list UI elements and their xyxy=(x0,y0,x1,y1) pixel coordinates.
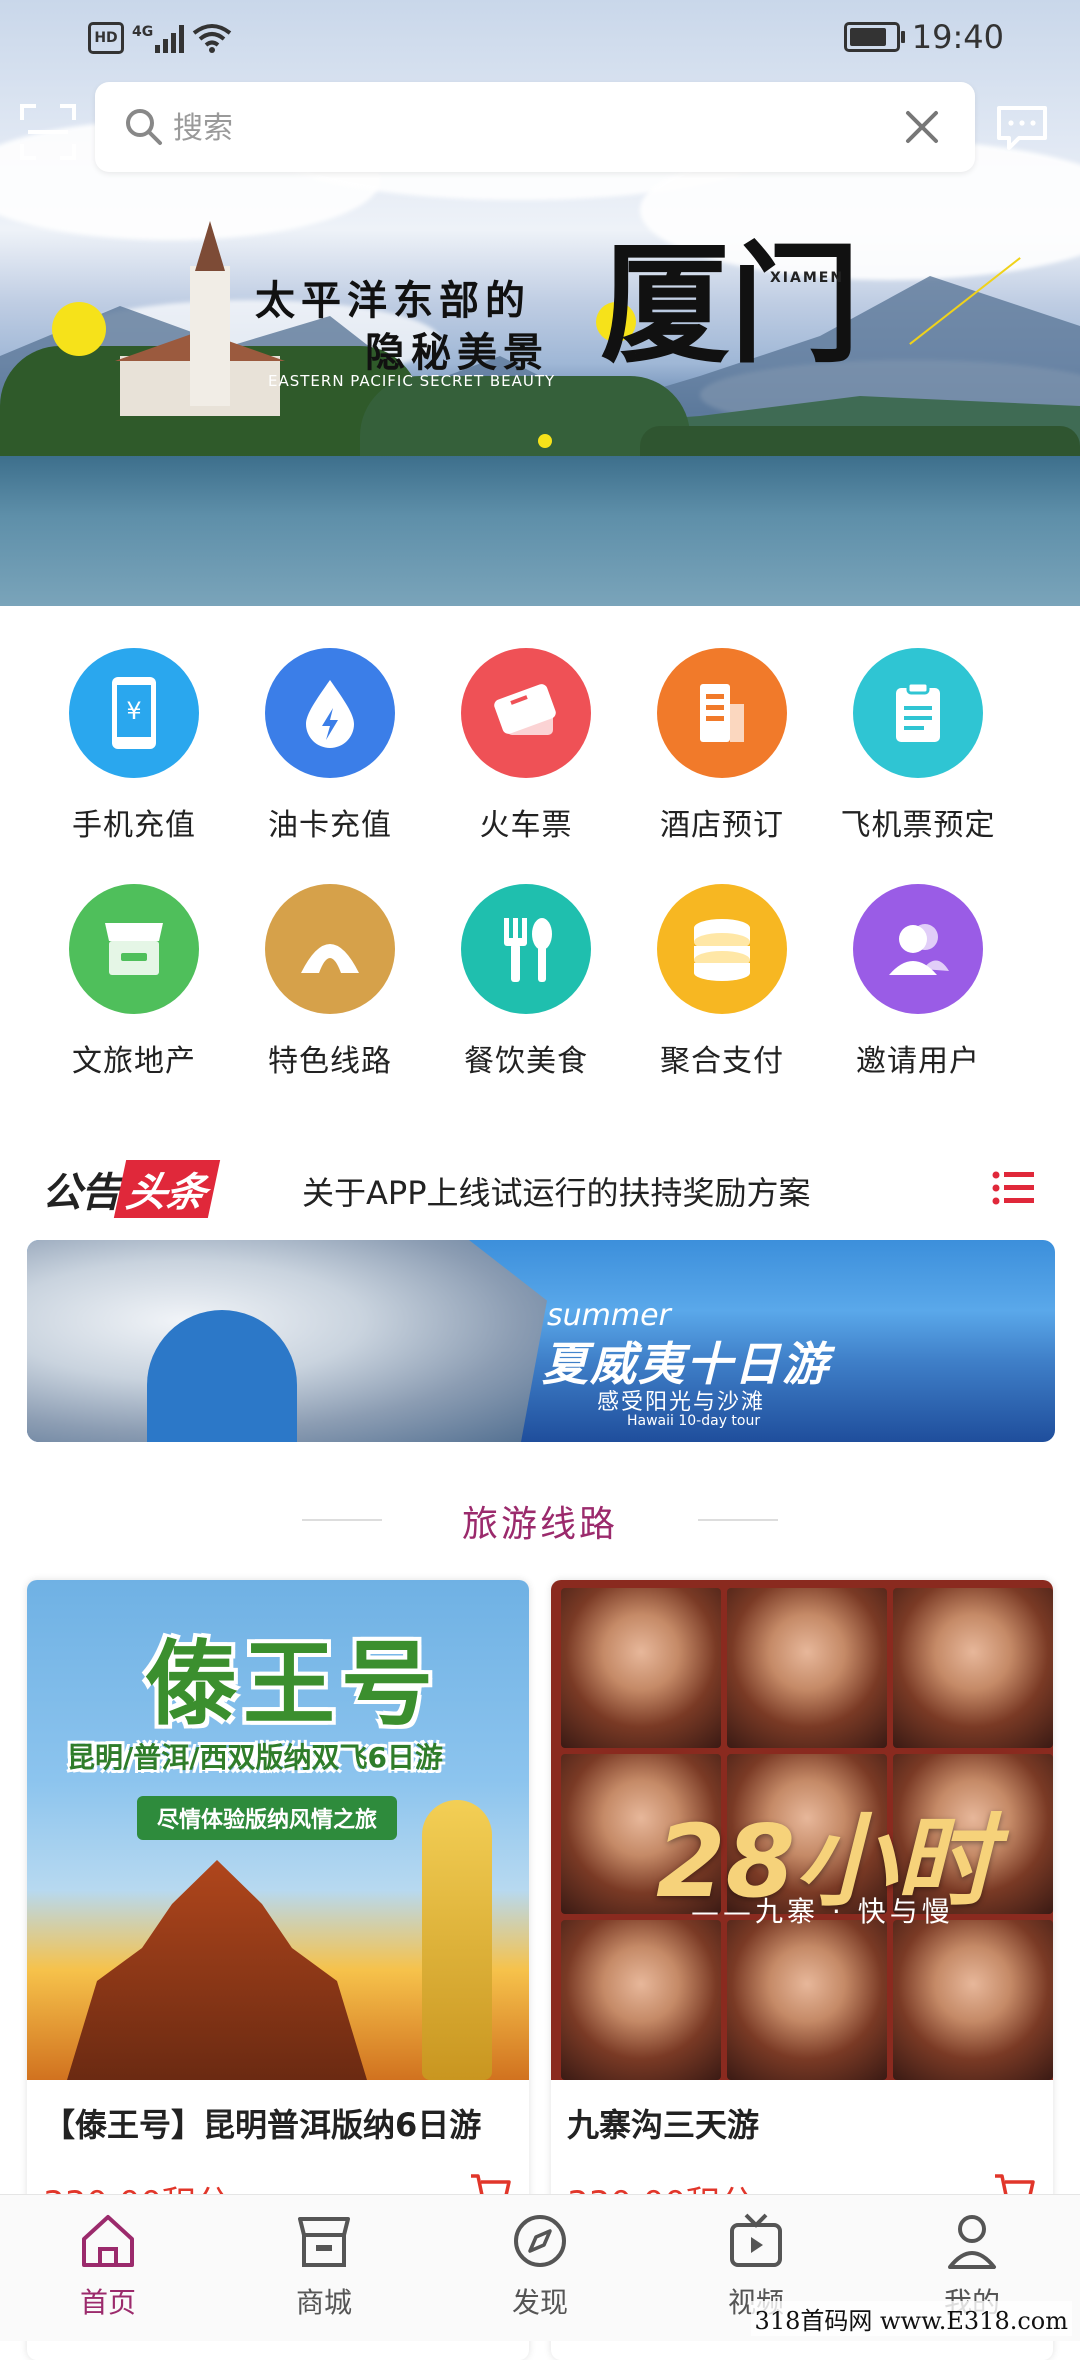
hero-city-en: XIAMEN xyxy=(770,270,845,286)
category-label: 特色线路 xyxy=(268,1044,392,1079)
hero-title-line1: 太平洋东部的 xyxy=(255,277,531,324)
category-label: 聚合支付 xyxy=(660,1044,784,1079)
tab-store[interactable]: 商城 xyxy=(264,2211,384,2321)
category-hotel[interactable]: 酒店预订 xyxy=(624,648,820,844)
train-ticket-icon xyxy=(461,648,591,778)
watermark: 318首码网 www.E318.com xyxy=(750,2301,1072,2336)
message-icon[interactable] xyxy=(995,104,1049,152)
category-label: 油卡充值 xyxy=(268,808,392,843)
phone-recharge-icon: ¥ xyxy=(69,648,199,778)
product-image: 28小时 ——九寨 · 快与慢 xyxy=(551,1580,1053,2080)
home-icon xyxy=(82,2215,134,2267)
network-type: 4G xyxy=(132,24,154,40)
category-label: 邀请用户 xyxy=(856,1044,980,1079)
battery-icon xyxy=(843,22,905,52)
video-icon xyxy=(730,2213,782,2267)
temple xyxy=(67,1860,367,2080)
section-heading: 旅游线路 xyxy=(0,1495,1080,1547)
lake xyxy=(0,456,1080,606)
hero-title-line2: 隐秘美景 xyxy=(365,329,549,376)
search-icon xyxy=(126,109,162,145)
invite-user-icon xyxy=(853,884,983,1014)
flight-ticket-icon xyxy=(853,648,983,778)
profile-icon xyxy=(948,2215,996,2269)
product-image-tag: 尽情体验版纳风情之旅 xyxy=(137,1796,398,1840)
category-label: 飞机票预定 xyxy=(840,808,996,843)
product-title: 【傣王号】昆明普洱版纳6日游 xyxy=(43,2106,482,2144)
category-label: 文旅地产 xyxy=(72,1044,196,1079)
tab-discover[interactable]: 发现 xyxy=(480,2211,600,2321)
status-bar: HD 4G 19:40 xyxy=(0,0,1080,80)
category-special-routes[interactable]: 特色线路 xyxy=(232,884,428,1080)
scan-icon[interactable] xyxy=(20,104,76,160)
tab-label: 商城 xyxy=(295,2286,352,2319)
product-image-subtitle: ——九寨 · 快与慢 xyxy=(691,1895,954,1928)
category-invite-user[interactable]: 邀请用户 xyxy=(820,884,1016,1080)
promo-banner[interactable]: summer 夏威夷十日游 感受阳光与沙滩 Hawaii 10-day tour xyxy=(27,1240,1055,1442)
store-icon xyxy=(298,2217,350,2267)
category-fuel-card[interactable]: 油卡充值 xyxy=(232,648,428,844)
notice-bar[interactable]: 公告头条 关于APP上线试运行的扶持奖励方案 xyxy=(0,1158,1080,1218)
status-time: 19:40 xyxy=(911,18,1004,56)
category-label: 火车票 xyxy=(479,808,573,843)
church-tower xyxy=(190,266,230,406)
buddha-statue xyxy=(422,1800,492,2080)
product-image-route: 昆明/普洱/西双版纳双飞6日游 xyxy=(67,1741,443,1774)
product-title: 九寨沟三天游 xyxy=(567,2106,760,2144)
category-train-ticket[interactable]: 火车票 xyxy=(428,648,624,844)
category-flight-ticket[interactable]: 飞机票预定 xyxy=(820,648,1016,844)
wifi-icon xyxy=(193,24,232,53)
coins-icon xyxy=(657,884,787,1014)
tab-home[interactable]: 首页 xyxy=(48,2211,168,2321)
list-menu-icon[interactable] xyxy=(992,1170,1034,1206)
category-food[interactable]: 餐饮美食 xyxy=(428,884,624,1080)
fuel-card-icon xyxy=(265,648,395,778)
compass-icon xyxy=(514,2215,566,2267)
promo-subtitle: 感受阳光与沙滩 xyxy=(597,1390,766,1415)
shop-icon xyxy=(69,884,199,1014)
category-label: 酒店预订 xyxy=(660,808,784,843)
notice-logo: 公告头条 xyxy=(42,1160,221,1218)
product-image-title: 傣王号 xyxy=(145,1631,440,1738)
search-bar[interactable] xyxy=(95,82,975,172)
hd-badge: HD xyxy=(88,22,124,54)
category-label: 手机充值 xyxy=(72,808,196,843)
signal-icon xyxy=(155,23,185,53)
notice-text[interactable]: 关于APP上线试运行的扶持奖励方案 xyxy=(302,1168,811,1214)
tab-label: 首页 xyxy=(79,2286,136,2319)
category-phone-recharge[interactable]: ¥ 手机充值 xyxy=(36,648,232,844)
product-image: 傣王号 昆明/普洱/西双版纳双飞6日游 尽情体验版纳风情之旅 xyxy=(27,1580,529,2080)
category-cultural-property[interactable]: 文旅地产 xyxy=(36,884,232,1080)
svg-text:¥: ¥ xyxy=(126,697,141,725)
hero-subtitle: EASTERN PACIFIC SECRET BEAUTY xyxy=(268,372,556,390)
search-input[interactable] xyxy=(171,106,875,150)
food-icon xyxy=(461,884,591,1014)
category-label: 餐饮美食 xyxy=(464,1044,588,1079)
category-payment[interactable]: 聚合支付 xyxy=(624,884,820,1080)
promo-english: Hawaii 10-day tour xyxy=(627,1413,761,1429)
clear-icon[interactable] xyxy=(903,108,941,146)
tent-icon xyxy=(265,884,395,1014)
tab-label: 发现 xyxy=(511,2286,568,2319)
section-title: 旅游线路 xyxy=(461,1504,618,1545)
hotel-icon xyxy=(657,648,787,778)
hero-city: 厦门 xyxy=(600,228,861,381)
